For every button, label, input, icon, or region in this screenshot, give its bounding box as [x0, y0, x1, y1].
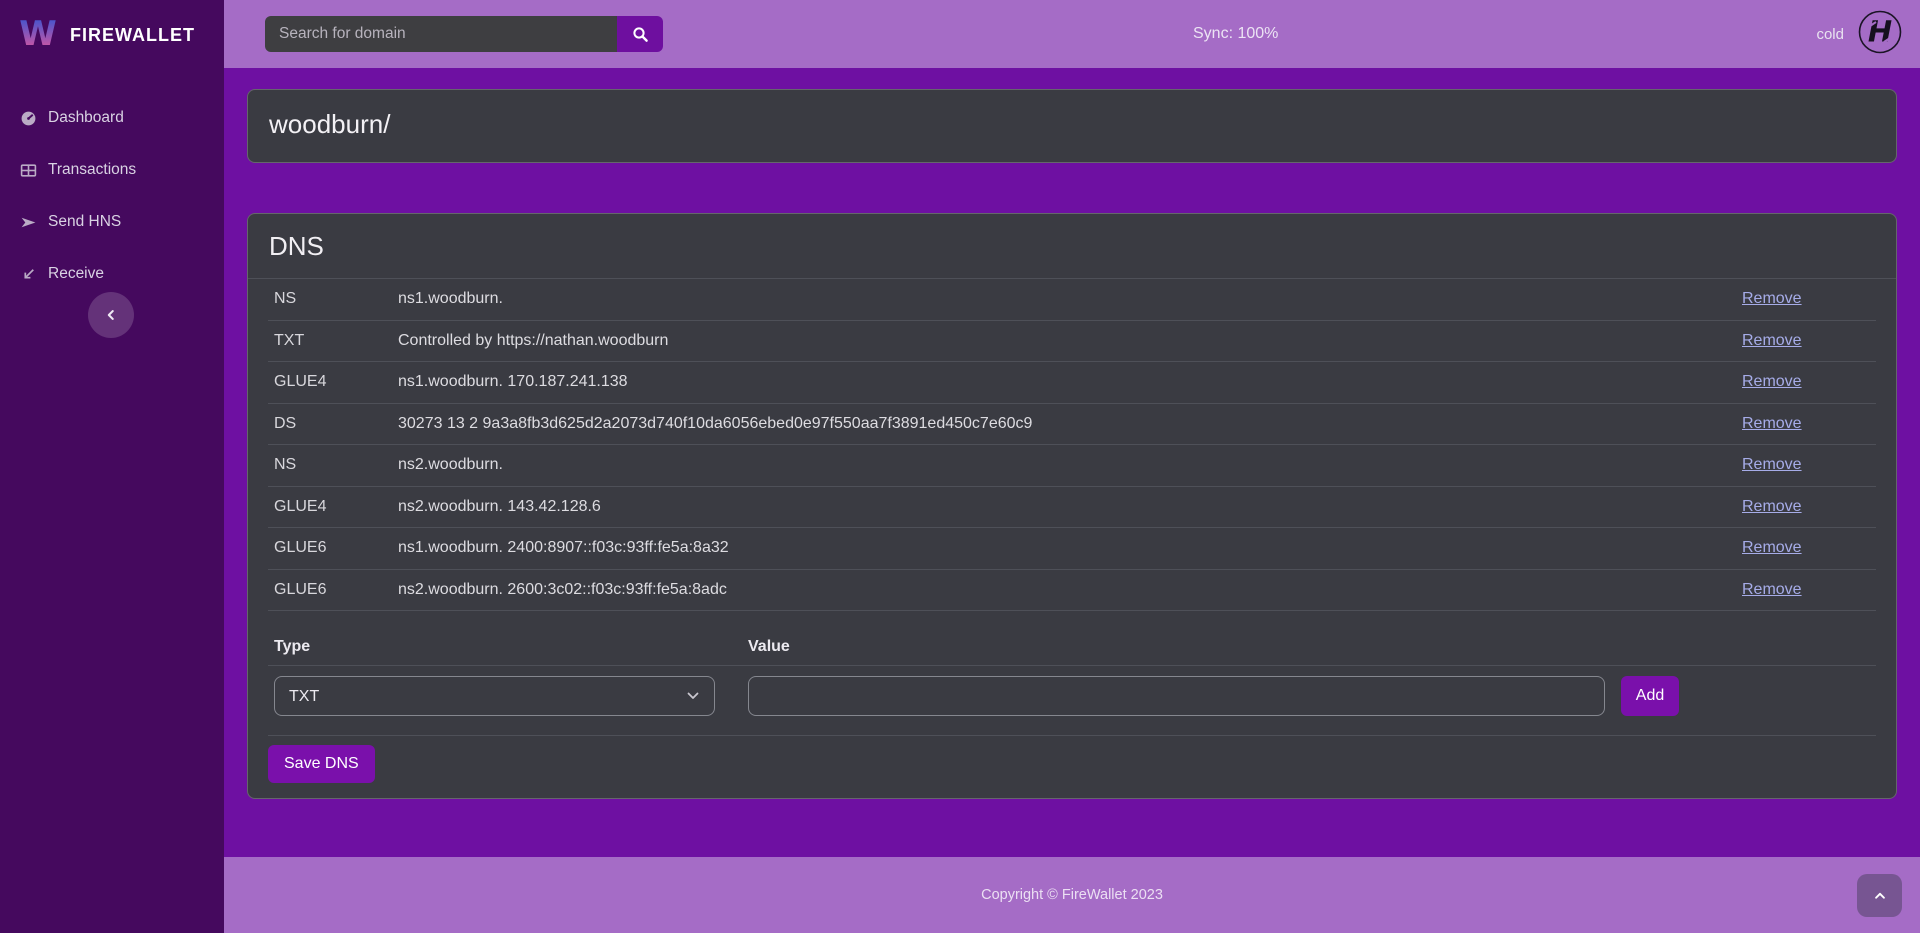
sync-status: Sync: 100% — [1193, 0, 1278, 68]
scroll-to-top-button[interactable] — [1857, 874, 1902, 917]
record-type-select[interactable]: TXT — [274, 676, 715, 716]
firewallet-app: W FIREWALLET Dashboard Trans — [0, 0, 1920, 933]
dns-record-row: GLUE4 ns1.woodburn. 170.187.241.138 Remo… — [268, 362, 1876, 404]
handshake-hns-icon[interactable]: H — [1857, 9, 1903, 60]
svg-text:W: W — [19, 14, 57, 53]
sidebar: W FIREWALLET Dashboard Trans — [0, 0, 224, 933]
page-title: woodburn/ — [248, 90, 1896, 159]
dns-record-remove[interactable]: Remove — [1742, 332, 1802, 349]
type-column-header: Type — [268, 638, 748, 656]
dashboard-gauge-icon — [20, 110, 37, 127]
dns-record-remove[interactable]: Remove — [1742, 415, 1802, 432]
dns-record-remove-cell: Remove — [1742, 290, 1876, 308]
domain-title-card: woodburn/ — [247, 89, 1897, 163]
dns-record-value: ns1.woodburn. 2400:8907::f03c:93ff:fe5a:… — [398, 539, 1742, 557]
dns-record-type: TXT — [268, 332, 398, 350]
send-arrow-icon — [20, 214, 37, 231]
sidebar-item-label: Dashboard — [48, 109, 124, 127]
dns-record-type: GLUE4 — [268, 498, 398, 516]
value-input-cell: Add — [748, 676, 1876, 716]
dns-record-remove[interactable]: Remove — [1742, 290, 1802, 307]
dns-record-type: NS — [268, 456, 398, 474]
dns-record-remove-cell: Remove — [1742, 456, 1876, 474]
svg-text:H: H — [1868, 14, 1892, 48]
dns-record-remove-cell: Remove — [1742, 415, 1876, 433]
record-value-input[interactable] — [748, 676, 1605, 716]
receive-arrow-icon — [20, 266, 37, 283]
search-input[interactable] — [265, 16, 617, 52]
dns-record-remove[interactable]: Remove — [1742, 581, 1802, 598]
dns-record-value: Controlled by https://nathan.woodburn — [398, 332, 1742, 350]
brand[interactable]: W FIREWALLET — [0, 0, 224, 68]
domain-search-group — [265, 16, 663, 52]
dns-record-remove-cell: Remove — [1742, 373, 1876, 391]
wallet-area: cold H — [1816, 0, 1920, 68]
app-title: FIREWALLET — [70, 25, 195, 46]
sidebar-item-transactions[interactable]: Transactions — [0, 144, 224, 196]
dns-record-remove[interactable]: Remove — [1742, 373, 1802, 390]
dns-record-remove-cell: Remove — [1742, 539, 1876, 557]
dns-record-remove-cell: Remove — [1742, 498, 1876, 516]
search-icon — [632, 26, 649, 43]
value-column-header: Value — [748, 638, 1876, 656]
sidebar-item-send-hns[interactable]: Send HNS — [0, 196, 224, 248]
dns-record-value: ns2.woodburn. 2600:3c02::f03c:93ff:fe5a:… — [398, 581, 1742, 599]
dns-record-type: DS — [268, 415, 398, 433]
dns-record-row: GLUE6 ns2.woodburn. 2600:3c02::f03c:93ff… — [268, 570, 1876, 612]
sidebar-item-label: Send HNS — [48, 213, 121, 231]
dns-record-row: DS 30273 13 2 9a3a8fb3d625d2a2073d740f10… — [268, 404, 1876, 446]
save-dns-button[interactable]: Save DNS — [268, 745, 375, 783]
dns-record-type: GLUE6 — [268, 581, 398, 599]
dns-records: NS ns1.woodburn. Remove TXT Controlled b… — [268, 279, 1876, 611]
sidebar-item-label: Receive — [48, 265, 104, 283]
transactions-table-icon — [20, 162, 37, 179]
firewallet-logo-icon: W — [18, 13, 58, 58]
dns-record-value: ns2.woodburn. 143.42.128.6 — [398, 498, 1742, 516]
dns-record-remove[interactable]: Remove — [1742, 539, 1802, 556]
topbar: Sync: 100% cold H — [224, 0, 1920, 68]
dns-table: NS ns1.woodburn. Remove TXT Controlled b… — [268, 279, 1876, 736]
dns-record-row: NS ns1.woodburn. Remove — [268, 279, 1876, 321]
main-content: woodburn/ DNS NS ns1.woodburn. Remove TX… — [224, 68, 1920, 857]
dns-form-headers: Type Value — [268, 611, 1876, 666]
sidebar-collapse-button[interactable] — [88, 292, 134, 338]
chevron-left-icon — [104, 308, 118, 322]
dns-record-value: ns1.woodburn. — [398, 290, 1742, 308]
dns-record-remove-cell: Remove — [1742, 581, 1876, 599]
dns-record-row: GLUE6 ns1.woodburn. 2400:8907::f03c:93ff… — [268, 528, 1876, 570]
dns-record-value: ns1.woodburn. 170.187.241.138 — [398, 373, 1742, 391]
dns-record-remove[interactable]: Remove — [1742, 498, 1802, 515]
dns-add-record-row: TXT Add — [268, 666, 1876, 736]
type-select-cell: TXT — [268, 676, 748, 716]
dns-record-type: NS — [268, 290, 398, 308]
dns-card-title: DNS — [248, 214, 1896, 279]
sidebar-item-dashboard[interactable]: Dashboard — [0, 92, 224, 144]
dns-record-row: GLUE4 ns2.woodburn. 143.42.128.6 Remove — [268, 487, 1876, 529]
dns-record-row: NS ns2.woodburn. Remove — [268, 445, 1876, 487]
sidebar-nav: Dashboard Transactions Send HNS — [0, 92, 224, 300]
footer: Copyright © FireWallet 2023 — [224, 857, 1920, 933]
dns-record-row: TXT Controlled by https://nathan.woodbur… — [268, 321, 1876, 363]
wallet-name: cold — [1816, 26, 1844, 43]
dns-record-remove[interactable]: Remove — [1742, 456, 1802, 473]
search-button[interactable] — [617, 16, 663, 52]
dns-record-value: 30273 13 2 9a3a8fb3d625d2a2073d740f10da6… — [398, 415, 1742, 433]
dns-record-remove-cell: Remove — [1742, 332, 1876, 350]
chevron-up-icon — [1873, 889, 1887, 903]
dns-record-type: GLUE6 — [268, 539, 398, 557]
dns-record-value: ns2.woodburn. — [398, 456, 1742, 474]
dns-record-type: GLUE4 — [268, 373, 398, 391]
copyright-text: Copyright © FireWallet 2023 — [981, 887, 1163, 903]
add-record-button[interactable]: Add — [1621, 676, 1679, 716]
sidebar-item-label: Transactions — [48, 161, 136, 179]
dns-card: DNS NS ns1.woodburn. Remove TXT Controll… — [247, 213, 1897, 799]
